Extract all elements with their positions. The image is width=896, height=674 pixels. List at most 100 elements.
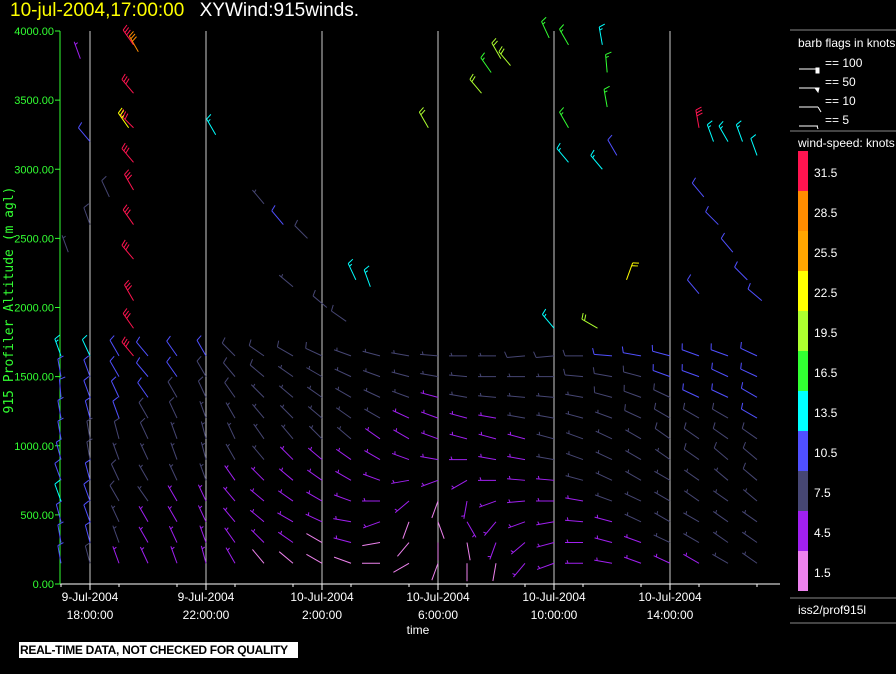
barb-half: [252, 466, 256, 470]
barb-full: [691, 177, 696, 184]
barb-full: [56, 438, 62, 443]
barb-staff: [57, 400, 62, 419]
barb-full: [491, 37, 497, 44]
wind-barb: [483, 521, 497, 536]
wind-barb: [536, 431, 555, 440]
wind-barb: [224, 527, 236, 543]
wind-barb: [451, 479, 468, 490]
color-label: 22.5: [814, 286, 838, 300]
wind-barb: [478, 392, 497, 398]
barb-staff: [83, 504, 91, 522]
barb-half: [627, 448, 630, 453]
x-tick-label-time: 14:00:00: [647, 608, 694, 622]
color-swatch: [798, 231, 808, 271]
x-tick-label-time: 6:00:00: [418, 608, 458, 622]
color-swatch: [798, 391, 808, 431]
barb-full: [741, 422, 745, 429]
x-tick-label-date: 10-Jul-2004: [638, 590, 702, 604]
barb-staff: [741, 428, 758, 440]
barb-half: [200, 401, 204, 405]
barb-half: [363, 524, 367, 528]
wind-barb: [625, 469, 642, 481]
wind-barb: [306, 553, 323, 564]
barb-staff: [305, 347, 323, 357]
wind-barb: [197, 484, 207, 502]
barb-full: [123, 76, 128, 82]
wind-barb: [740, 382, 758, 398]
wind-barb: [750, 134, 758, 156]
barb-staff: [431, 500, 439, 519]
barb-staff: [166, 361, 178, 377]
barb-staff: [312, 295, 328, 308]
wind-barb: [136, 357, 149, 377]
barb-staff: [705, 211, 719, 225]
barb-full: [136, 336, 141, 343]
wind-barb: [136, 336, 149, 357]
barb-staff: [83, 380, 91, 398]
wind-barb: [687, 274, 700, 294]
barb-half: [483, 531, 487, 534]
wind-barb: [653, 532, 671, 543]
barb-full: [109, 355, 115, 362]
wind-barb: [593, 386, 613, 398]
wind-barb: [121, 239, 134, 260]
barb-full: [705, 205, 709, 213]
barb-full: [541, 16, 547, 22]
wind-barb: [536, 453, 555, 461]
color-swatch: [798, 551, 808, 591]
barb-full: [624, 404, 626, 411]
wind-barb: [112, 396, 120, 419]
wind-barb: [109, 355, 120, 377]
barb-full: [125, 171, 131, 178]
wind-barb: [510, 542, 526, 555]
barb-half: [169, 485, 172, 489]
wind-barb: [363, 265, 371, 287]
barb-staff: [740, 368, 758, 378]
barb-half: [310, 446, 313, 451]
barb-full: [130, 33, 136, 40]
barb-half: [200, 526, 204, 529]
wind-barb: [81, 334, 91, 357]
barb-full: [542, 308, 547, 315]
wind-barb: [138, 397, 149, 419]
barb-full: [114, 417, 120, 422]
barb-staff: [507, 355, 526, 358]
wind-barb: [138, 505, 149, 523]
barb-full: [742, 441, 747, 449]
barb-half: [479, 503, 483, 507]
wind-barb: [595, 470, 613, 481]
barb-full: [112, 396, 119, 402]
wind-barb: [363, 387, 381, 398]
barb-staff: [83, 207, 91, 225]
barb-half: [171, 443, 175, 446]
barb-legend-label: == 5: [825, 113, 849, 127]
barb-staff: [710, 349, 729, 357]
barb-half: [543, 313, 547, 318]
barb-full: [121, 73, 126, 80]
barb-staff: [691, 182, 705, 198]
barb-half: [141, 443, 145, 447]
wind-barb: [712, 552, 729, 564]
wind-barb: [507, 475, 526, 481]
wind-barb: [683, 422, 700, 440]
barb-full: [718, 120, 724, 127]
barb-half: [225, 465, 229, 469]
wind-barb: [734, 261, 748, 281]
wind-barb: [278, 273, 294, 288]
wind-barb: [110, 505, 120, 522]
wind-barb: [420, 409, 439, 419]
barb-staff: [741, 408, 758, 419]
barb-half: [508, 524, 512, 528]
wind-barb: [167, 505, 178, 523]
barb-staff: [109, 340, 120, 357]
wind-barb: [199, 463, 207, 481]
barb-full: [54, 459, 61, 464]
barb-legend-label: == 50: [825, 75, 856, 89]
wind-barb: [200, 442, 207, 460]
wind-barb: [625, 448, 642, 461]
barb-staff: [139, 422, 149, 440]
barb-staff: [734, 266, 748, 281]
barb-staff: [167, 381, 178, 398]
barb-full: [126, 29, 131, 36]
wind-barb: [654, 422, 671, 440]
